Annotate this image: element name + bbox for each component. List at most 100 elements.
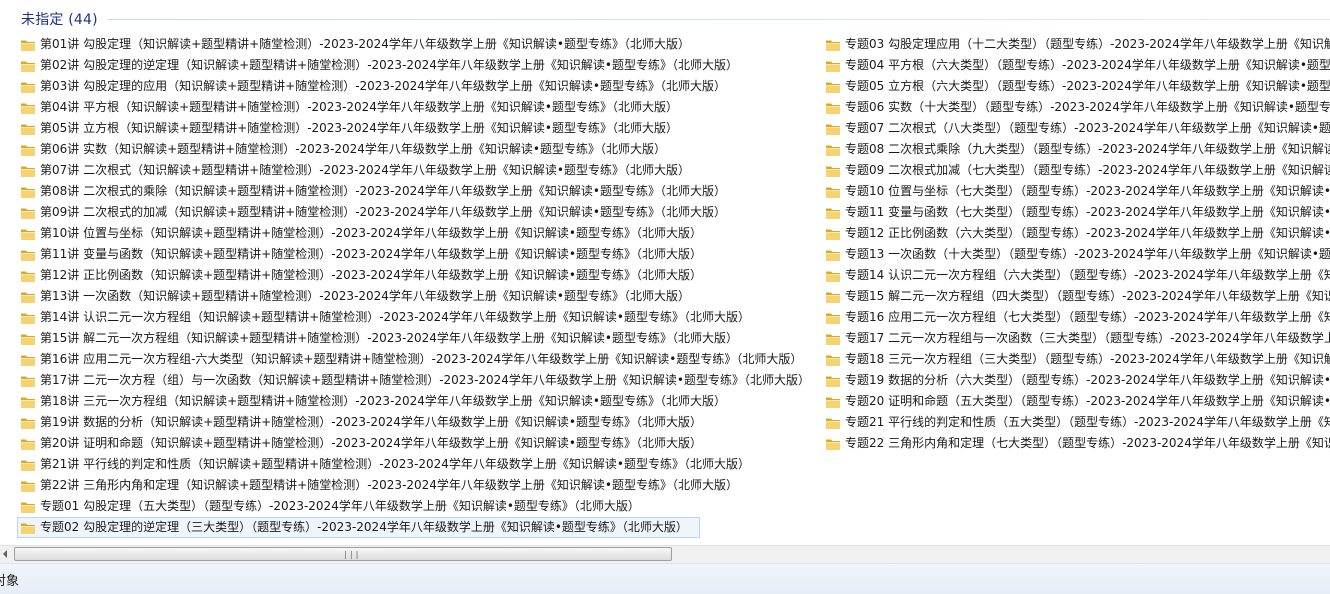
folder-icon (21, 460, 35, 471)
file-item[interactable]: 专题22 三角形内角和定理（七大类型）（题型专练）-2023-2024学年八年级… (822, 433, 1330, 454)
file-name: 专题11 变量与函数（七大类型）（题型专练）-2023-2024学年八年级数学上… (845, 205, 1330, 219)
file-item[interactable]: 专题12 正比例函数（六大类型）（题型专练）-2023-2024学年八年级数学上… (822, 223, 1330, 244)
folder-icon (826, 187, 840, 198)
file-item[interactable]: 第21讲 平行线的判定和性质（知识解读+题型精讲+随堂检测）-2023-2024… (17, 454, 812, 475)
file-item[interactable]: 专题18 三元一次方程组（三大类型）（题型专练）-2023-2024学年八年级数… (822, 349, 1330, 370)
file-item[interactable]: 第19讲 数据的分析（知识解读+题型精讲+随堂检测）-2023-2024学年八年… (17, 412, 812, 433)
file-name: 第14讲 认识二元一次方程组（知识解读+题型精讲+随堂检测）-2023-2024… (40, 310, 751, 324)
file-item[interactable]: 专题06 实数（十大类型）（题型专练）-2023-2024学年八年级数学上册《知… (822, 97, 1330, 118)
file-item[interactable]: 第16讲 应用二元一次方程组-六大类型（知识解读+题型精讲+随堂检测）-2023… (17, 349, 812, 370)
file-name: 专题04 平方根（六大类型）（题型专练）-2023-2024学年八年级数学上册《… (845, 58, 1330, 72)
file-name: 专题16 应用二元一次方程组（七大类型）（题型专练）-2023-2024学年八年… (845, 310, 1330, 324)
group-header[interactable]: 未指定 (44) (0, 0, 1330, 34)
group-title[interactable]: 未指定 (44) (21, 9, 98, 29)
status-bar: 对象 (0, 563, 1330, 594)
file-item[interactable]: 专题02 勾股定理的逆定理（三大类型）（题型专练）-2023-2024学年八年级… (17, 517, 700, 538)
file-name: 专题01 勾股定理（五大类型）（题型专练）-2023-2024学年八年级数学上册… (40, 499, 640, 513)
file-item[interactable]: 第02讲 勾股定理的逆定理（知识解读+题型精讲+随堂检测）-2023-2024学… (17, 55, 812, 76)
file-item[interactable]: 专题03 勾股定理应用（十二大类型）（题型专练）-2023-2024学年八年级数… (822, 34, 1330, 55)
folder-icon (21, 103, 35, 114)
folder-icon (21, 271, 35, 282)
file-item[interactable]: 第15讲 解二元一次方程组（知识解读+题型精讲+随堂检测）-2023-2024学… (17, 328, 812, 349)
file-item[interactable]: 第05讲 立方根（知识解读+题型精讲+随堂检测）-2023-2024学年八年级数… (17, 118, 812, 139)
folder-icon (826, 418, 840, 429)
file-item[interactable]: 第09讲 二次根式的加减（知识解读+题型精讲+随堂检测）-2023-2024学年… (17, 202, 812, 223)
file-item[interactable]: 专题07 二次根式（八大类型）（题型专练）-2023-2024学年八年级数学上册… (822, 118, 1330, 139)
status-text: 对象 (0, 574, 20, 589)
file-item[interactable]: 第01讲 勾股定理（知识解读+题型精讲+随堂检测）-2023-2024学年八年级… (17, 34, 812, 55)
file-name: 第06讲 实数（知识解读+题型精讲+随堂检测）-2023-2024学年八年级数学… (40, 142, 667, 156)
file-item[interactable]: 专题09 二次根式加减（七大类型）（题型专练）-2023-2024学年八年级数学… (822, 160, 1330, 181)
file-item[interactable]: 第03讲 勾股定理的应用（知识解读+题型精讲+随堂检测）-2023-2024学年… (17, 76, 812, 97)
file-item[interactable]: 专题15 解二元一次方程组（四大类型）（题型专练）-2023-2024学年八年级… (822, 286, 1330, 307)
file-item[interactable]: 专题14 认识二元一次方程组（六大类型）（题型专练）-2023-2024学年八年… (822, 265, 1330, 286)
file-name: 第04讲 平方根（知识解读+题型精讲+随堂检测）-2023-2024学年八年级数… (40, 100, 679, 114)
file-item[interactable]: 第06讲 实数（知识解读+题型精讲+随堂检测）-2023-2024学年八年级数学… (17, 139, 812, 160)
file-name: 第19讲 数据的分析（知识解读+题型精讲+随堂检测）-2023-2024学年八年… (40, 415, 703, 429)
folder-icon (826, 271, 840, 282)
folder-icon (826, 376, 840, 387)
folder-icon (826, 229, 840, 240)
file-item[interactable]: 专题04 平方根（六大类型）（题型专练）-2023-2024学年八年级数学上册《… (822, 55, 1330, 76)
folder-icon (826, 313, 840, 324)
folder-icon (21, 523, 35, 534)
file-name: 专题05 立方根（六大类型）（题型专练）-2023-2024学年八年级数学上册《… (845, 79, 1330, 93)
scrollbar-thumb[interactable]: ||| (14, 547, 672, 561)
folder-icon (21, 187, 35, 198)
file-item[interactable]: 专题10 位置与坐标（七大类型）（题型专练）-2023-2024学年八年级数学上… (822, 181, 1330, 202)
file-name: 专题07 二次根式（八大类型）（题型专练）-2023-2024学年八年级数学上册… (845, 121, 1330, 135)
file-name: 第05讲 立方根（知识解读+题型精讲+随堂检测）-2023-2024学年八年级数… (40, 121, 679, 135)
folder-icon (826, 82, 840, 93)
folder-icon (826, 397, 840, 408)
file-name: 专题03 勾股定理应用（十二大类型）（题型专练）-2023-2024学年八年级数… (845, 37, 1330, 51)
file-name: 专题17 二元一次方程组与一次函数（三大类型）（题型专练）-2023-2024学… (845, 331, 1330, 345)
folder-icon (826, 439, 840, 450)
file-item[interactable]: 第12讲 正比例函数（知识解读+题型精讲+随堂检测）-2023-2024学年八年… (17, 265, 812, 286)
file-item[interactable]: 第13讲 一次函数（知识解读+题型精讲+随堂检测）-2023-2024学年八年级… (17, 286, 812, 307)
file-item[interactable]: 第22讲 三角形内角和定理（知识解读+题型精讲+随堂检测）-2023-2024学… (17, 475, 812, 496)
file-item[interactable]: 专题21 平行线的判定和性质（五大类型）（题型专练）-2023-2024学年八年… (822, 412, 1330, 433)
file-name: 第11讲 变量与函数（知识解读+题型精讲+随堂检测）-2023-2024学年八年… (40, 247, 703, 261)
folder-icon (21, 229, 35, 240)
file-name: 第03讲 勾股定理的应用（知识解读+题型精讲+随堂检测）-2023-2024学年… (40, 79, 727, 93)
file-item[interactable]: 第08讲 二次根式的乘除（知识解读+题型精讲+随堂检测）-2023-2024学年… (17, 181, 812, 202)
folder-icon (826, 145, 840, 156)
file-name: 专题20 证明和命题（五大类型）（题型专练）-2023-2024学年八年级数学上… (845, 394, 1330, 408)
file-name: 第01讲 勾股定理（知识解读+题型精讲+随堂检测）-2023-2024学年八年级… (40, 37, 691, 51)
file-name: 专题15 解二元一次方程组（四大类型）（题型专练）-2023-2024学年八年级… (845, 289, 1330, 303)
file-item[interactable]: 专题17 二元一次方程组与一次函数（三大类型）（题型专练）-2023-2024学… (822, 328, 1330, 349)
file-item[interactable]: 专题08 二次根式乘除（九大类型）（题型专练）-2023-2024学年八年级数学… (822, 139, 1330, 160)
folder-icon (826, 103, 840, 114)
file-name: 专题10 位置与坐标（七大类型）（题型专练）-2023-2024学年八年级数学上… (845, 184, 1330, 198)
file-item[interactable]: 第20讲 证明和命题（知识解读+题型精讲+随堂检测）-2023-2024学年八年… (17, 433, 812, 454)
file-item[interactable]: 第17讲 二元一次方程（组）与一次函数（知识解读+题型精讲+随堂检测）-2023… (17, 370, 812, 391)
folder-icon (21, 145, 35, 156)
file-name: 专题14 认识二元一次方程组（六大类型）（题型专练）-2023-2024学年八年… (845, 268, 1330, 282)
folder-icon (21, 376, 35, 387)
file-name: 第09讲 二次根式的加减（知识解读+题型精讲+随堂检测）-2023-2024学年… (40, 205, 727, 219)
file-name: 专题02 勾股定理的逆定理（三大类型）（题型专练）-2023-2024学年八年级… (40, 520, 688, 534)
horizontal-scrollbar[interactable]: ||| (0, 545, 1330, 563)
file-item[interactable]: 专题20 证明和命题（五大类型）（题型专练）-2023-2024学年八年级数学上… (822, 391, 1330, 412)
folder-icon (21, 313, 35, 324)
folder-icon (21, 397, 35, 408)
file-item[interactable]: 第11讲 变量与函数（知识解读+题型精讲+随堂检测）-2023-2024学年八年… (17, 244, 812, 265)
file-item[interactable]: 专题16 应用二元一次方程组（七大类型）（题型专练）-2023-2024学年八年… (822, 307, 1330, 328)
folder-icon (21, 355, 35, 366)
file-item[interactable]: 专题19 数据的分析（六大类型）（题型专练）-2023-2024学年八年级数学上… (822, 370, 1330, 391)
scroll-left-arrow-icon[interactable] (3, 550, 7, 558)
folder-icon (21, 208, 35, 219)
group-divider (108, 19, 1330, 20)
file-name: 第12讲 正比例函数（知识解读+题型精讲+随堂检测）-2023-2024学年八年… (40, 268, 703, 282)
file-name: 专题08 二次根式乘除（九大类型）（题型专练）-2023-2024学年八年级数学… (845, 142, 1330, 156)
file-item[interactable]: 第18讲 三元一次方程组（知识解读+题型精讲+随堂检测）-2023-2024学年… (17, 391, 812, 412)
file-item[interactable]: 第10讲 位置与坐标（知识解读+题型精讲+随堂检测）-2023-2024学年八年… (17, 223, 812, 244)
file-item[interactable]: 第07讲 二次根式（知识解读+题型精讲+随堂检测）-2023-2024学年八年级… (17, 160, 812, 181)
file-item[interactable]: 第14讲 认识二元一次方程组（知识解读+题型精讲+随堂检测）-2023-2024… (17, 307, 812, 328)
file-item[interactable]: 专题13 一次函数（十大类型）（题型专练）-2023-2024学年八年级数学上册… (822, 244, 1330, 265)
folder-icon (826, 208, 840, 219)
file-item[interactable]: 第04讲 平方根（知识解读+题型精讲+随堂检测）-2023-2024学年八年级数… (17, 97, 812, 118)
file-item[interactable]: 专题01 勾股定理（五大类型）（题型专练）-2023-2024学年八年级数学上册… (17, 496, 812, 517)
file-item[interactable]: 专题05 立方根（六大类型）（题型专练）-2023-2024学年八年级数学上册《… (822, 76, 1330, 97)
file-item[interactable]: 专题11 变量与函数（七大类型）（题型专练）-2023-2024学年八年级数学上… (822, 202, 1330, 223)
